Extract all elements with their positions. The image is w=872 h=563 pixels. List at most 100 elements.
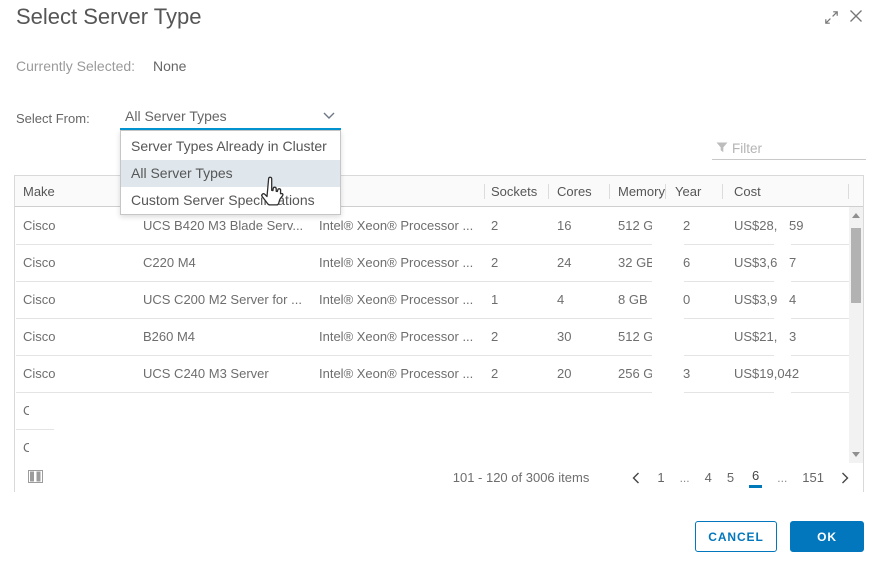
page-number-current[interactable]: 6 [749, 467, 763, 488]
cell-memory: 8 GB [618, 292, 648, 307]
table-row[interactable]: Cisco UCS C200 M2 Server for ... Intel® … [15, 281, 863, 318]
table-row[interactable]: Cisco UCS C240 M3 Server Intel® Xeon® Pr… [15, 355, 863, 392]
select-value: All Server Types [125, 108, 227, 124]
server-type-select[interactable]: All Server Types [120, 103, 341, 130]
row-divider [16, 318, 849, 319]
cell-memory: 32 GB [618, 255, 652, 270]
cell-memory: 256 GB [618, 366, 652, 381]
filter-input[interactable] [732, 138, 862, 158]
cell-cores: 16 [557, 218, 572, 233]
cell-processor: Intel® Xeon® Processor ... [319, 366, 474, 381]
page-number[interactable]: 5 [727, 470, 734, 485]
cell-year: 6 [683, 255, 691, 270]
cell-processor: Intel® Xeon® Processor ... [319, 329, 474, 344]
table-row-loading[interactable]: C [15, 429, 863, 463]
scrollbar-thumb[interactable] [851, 228, 861, 303]
resize-expand-button[interactable] [824, 10, 839, 25]
scroll-down-arrow-icon[interactable] [852, 452, 860, 457]
row-divider [16, 355, 849, 356]
select-from-label: Select From: [16, 111, 90, 126]
table-row[interactable]: Cisco C220 M4 Intel® Xeon® Processor ...… [15, 244, 863, 281]
currently-selected-label: Currently Selected: [16, 58, 136, 74]
column-divider[interactable] [665, 184, 666, 199]
close-icon [849, 10, 863, 26]
dropdown-option-all-server-types[interactable]: All Server Types [121, 160, 340, 187]
cell-make: Cisco [23, 255, 56, 270]
column-divider[interactable] [609, 184, 610, 199]
pagination: 101 - 120 of 3006 items 1 ... 4 5 6 ... … [453, 463, 851, 492]
table-row-loading[interactable]: C [15, 392, 863, 429]
ok-button[interactable]: OK [790, 521, 864, 552]
page-number[interactable]: 151 [802, 470, 824, 485]
grid-footer: 101 - 120 of 3006 items 1 ... 4 5 6 ... … [15, 463, 863, 492]
column-divider[interactable] [484, 184, 485, 199]
cell-memory: 512 GB [618, 218, 652, 233]
cancel-button[interactable]: CANCEL [695, 521, 777, 552]
cell-model: B260 M4 [143, 329, 196, 344]
close-button[interactable] [849, 9, 863, 23]
cell-make-partial: C [23, 440, 29, 455]
row-divider [16, 281, 849, 282]
cell-sockets: 1 [491, 292, 499, 307]
cell-processor: Intel® Xeon® Processor ... [319, 255, 474, 270]
page-number[interactable]: 1 [657, 470, 664, 485]
column-toggle-icon [28, 470, 43, 486]
vertical-scrollbar[interactable] [849, 207, 863, 463]
row-divider [16, 244, 849, 245]
cell-year: 2 [683, 218, 691, 233]
cell-make: Cisco [23, 218, 56, 233]
cell-processor: Intel® Xeon® Processor ... [319, 292, 474, 307]
hand-pointer-cursor [256, 174, 288, 212]
cell-cost: US$3,9 4 [734, 292, 797, 307]
cell-processor: Intel® Xeon® Processor ... [319, 218, 474, 233]
cell-cores: 24 [557, 255, 572, 270]
chevron-left-icon[interactable] [630, 470, 642, 486]
cell-cost: US$28, 59 [734, 218, 804, 233]
chevron-down-icon [323, 112, 335, 120]
cell-model: C220 M4 [143, 255, 196, 270]
dropdown-option-custom-specs[interactable]: Custom Server Specifications [121, 187, 340, 214]
resize-expand-icon [824, 11, 839, 28]
column-header-make[interactable]: Make [23, 184, 55, 199]
page-number[interactable]: 4 [705, 470, 712, 485]
pagination-summary: 101 - 120 of 3006 items [452, 470, 590, 485]
dropdown-option-already-in-cluster[interactable]: Server Types Already in Cluster [121, 131, 340, 160]
column-divider[interactable] [722, 184, 723, 199]
cell-make: Cisco [23, 329, 56, 344]
select-server-type-dialog: Select Server Type Currently Selected: N… [0, 0, 872, 563]
row-divider [16, 392, 849, 393]
cell-make-partial: C [23, 403, 29, 418]
scroll-up-arrow-icon[interactable] [852, 213, 860, 218]
column-header-cost[interactable]: Cost [734, 184, 761, 199]
column-toggle-button[interactable] [28, 470, 43, 483]
cell-cores: 20 [557, 366, 572, 381]
column-divider[interactable] [848, 184, 849, 199]
cell-model: UCS C240 M3 Server [143, 366, 269, 381]
column-header-cores[interactable]: Cores [557, 184, 592, 199]
cell-make: Cisco [23, 292, 56, 307]
currently-selected-value: None [152, 58, 187, 74]
server-type-dropdown: Server Types Already in Cluster All Serv… [120, 130, 341, 215]
cell-sockets: 2 [491, 255, 499, 270]
cell-cores: 4 [557, 292, 565, 307]
cell-year: 0 [683, 292, 691, 307]
filter-field [712, 137, 866, 160]
column-header-sockets[interactable]: Sockets [491, 184, 537, 199]
cell-cost: US$21, 3 [734, 329, 797, 344]
row-divider [16, 429, 849, 430]
cell-sockets: 2 [491, 329, 499, 344]
cell-year: 3 [683, 366, 691, 381]
column-header-year[interactable]: Year [675, 184, 701, 199]
cell-model: UCS C200 M2 Server for ... [143, 292, 302, 307]
chevron-right-icon[interactable] [839, 470, 851, 486]
currently-selected-line: Currently Selected: None [16, 58, 186, 74]
column-header-memory[interactable]: Memory [618, 184, 665, 199]
cell-make: Cisco [23, 366, 56, 381]
table-row[interactable]: Cisco B260 M4 Intel® Xeon® Processor ...… [15, 318, 863, 355]
cell-cost: US$19,042 [734, 366, 800, 381]
cell-model: UCS B420 M3 Blade Serv... [143, 218, 304, 233]
column-divider[interactable] [548, 184, 549, 199]
page-title: Select Server Type [16, 4, 202, 29]
funnel-icon [716, 142, 728, 153]
page-ellipsis: ... [679, 470, 690, 485]
